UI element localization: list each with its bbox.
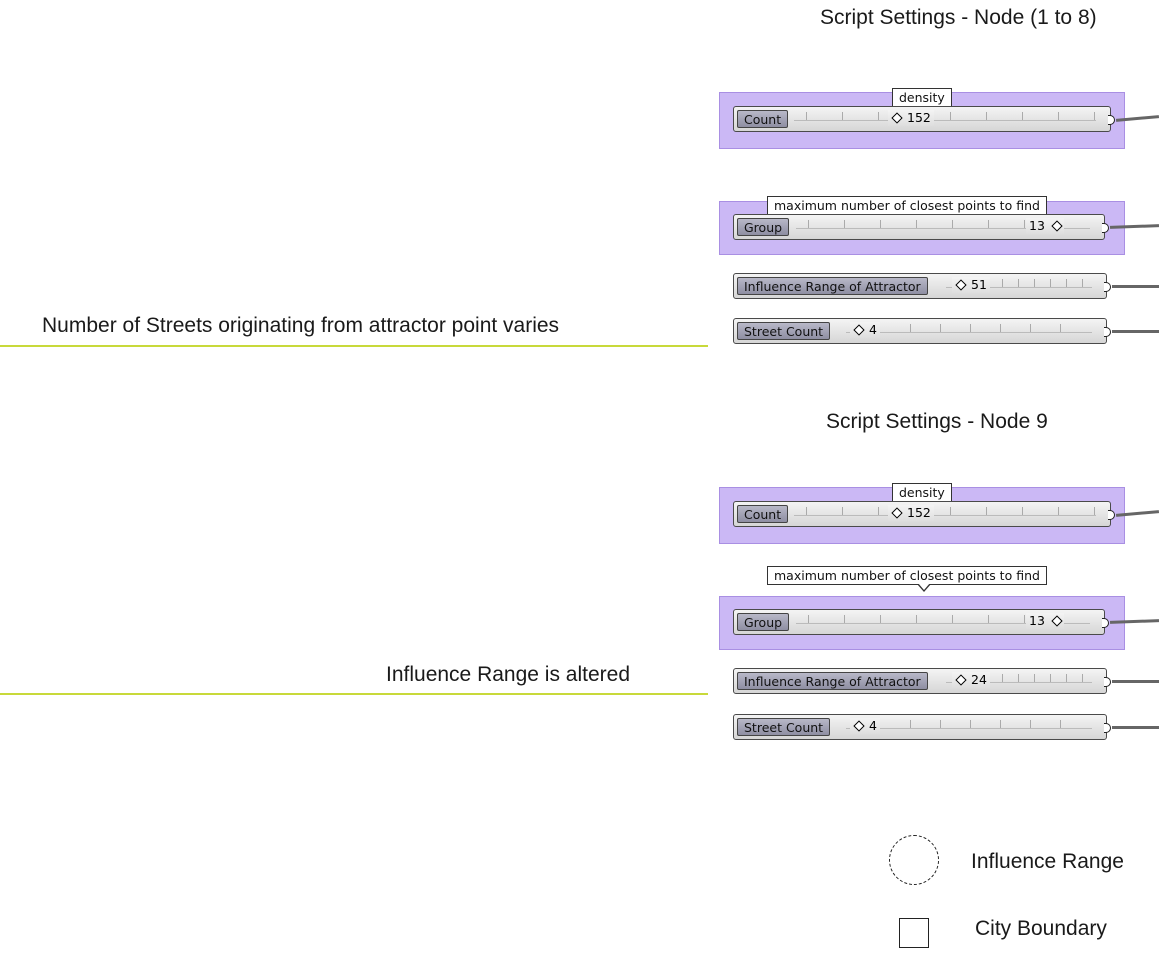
slider-label: Influence Range of Attractor [737,277,928,295]
slider-label: Group [737,218,790,236]
slider-value: 152 [888,505,934,521]
slider-value: 13 [1026,218,1064,234]
slider-label: Group [737,613,790,631]
slider-handle-icon[interactable] [891,112,903,124]
square-icon [899,918,929,948]
slider-value: 51 [952,277,990,293]
slider-ticks [794,107,1096,131]
slider-value: 13 [1026,613,1064,629]
slider-label: Count [737,505,789,523]
output-port-icon[interactable] [1104,282,1111,292]
heading-node-1-8: Script Settings - Node (1 to 8) [820,6,1097,29]
annotation-streets-underline [0,345,708,347]
wire [1112,680,1159,683]
annotation-influence-underline [0,693,708,695]
slider-group[interactable]: Group 13 [733,214,1109,240]
slider-handle-icon[interactable] [853,720,865,732]
slider-street-count[interactable]: Street Count 4 [733,318,1111,344]
wire [1112,285,1159,288]
legend-influence-range: Influence Range [971,850,1124,873]
slider-count[interactable]: Count 152 [733,106,1115,132]
slider-handle-icon[interactable] [891,507,903,519]
slider-handle-icon[interactable] [1051,220,1063,232]
slider-ticks [794,502,1096,526]
callout-tip [917,583,931,592]
wire [1109,224,1159,229]
output-port-icon[interactable] [1104,677,1111,687]
slider-influence-range[interactable]: Influence Range of Attractor 51 [733,273,1111,299]
callout-closest-points: maximum number of closest points to find [767,566,1047,585]
slider-count[interactable]: Count 152 [733,501,1115,527]
wire [1109,619,1159,624]
output-port-icon[interactable] [1104,723,1111,733]
slider-value: 4 [850,718,880,734]
slider-ticks [846,319,1092,343]
callout-closest-points: maximum number of closest points to find [767,196,1047,215]
annotation-influence: Influence Range is altered [386,663,630,686]
slider-ticks [846,715,1092,739]
slider-group[interactable]: Group 13 [733,609,1109,635]
slider-value: 24 [952,672,990,688]
output-port-icon[interactable] [1104,327,1111,337]
slider-handle-icon[interactable] [1051,615,1063,627]
slider-handle-icon[interactable] [853,324,865,336]
slider-value: 152 [888,110,934,126]
slider-label: Count [737,110,789,128]
slider-street-count[interactable]: Street Count 4 [733,714,1111,740]
slider-handle-icon[interactable] [955,674,967,686]
slider-value: 4 [850,322,880,338]
slider-influence-range[interactable]: Influence Range of Attractor 24 [733,668,1111,694]
dashed-circle-icon [889,835,939,885]
heading-node-9: Script Settings - Node 9 [826,410,1048,433]
annotation-streets: Number of Streets originating from attra… [42,314,560,337]
slider-label: Influence Range of Attractor [737,672,928,690]
slider-label: Street Count [737,322,831,340]
slider-handle-icon[interactable] [955,279,967,291]
wire [1112,330,1159,333]
slider-label: Street Count [737,718,831,736]
legend-city-boundary: City Boundary [975,917,1107,940]
wire [1112,726,1159,729]
